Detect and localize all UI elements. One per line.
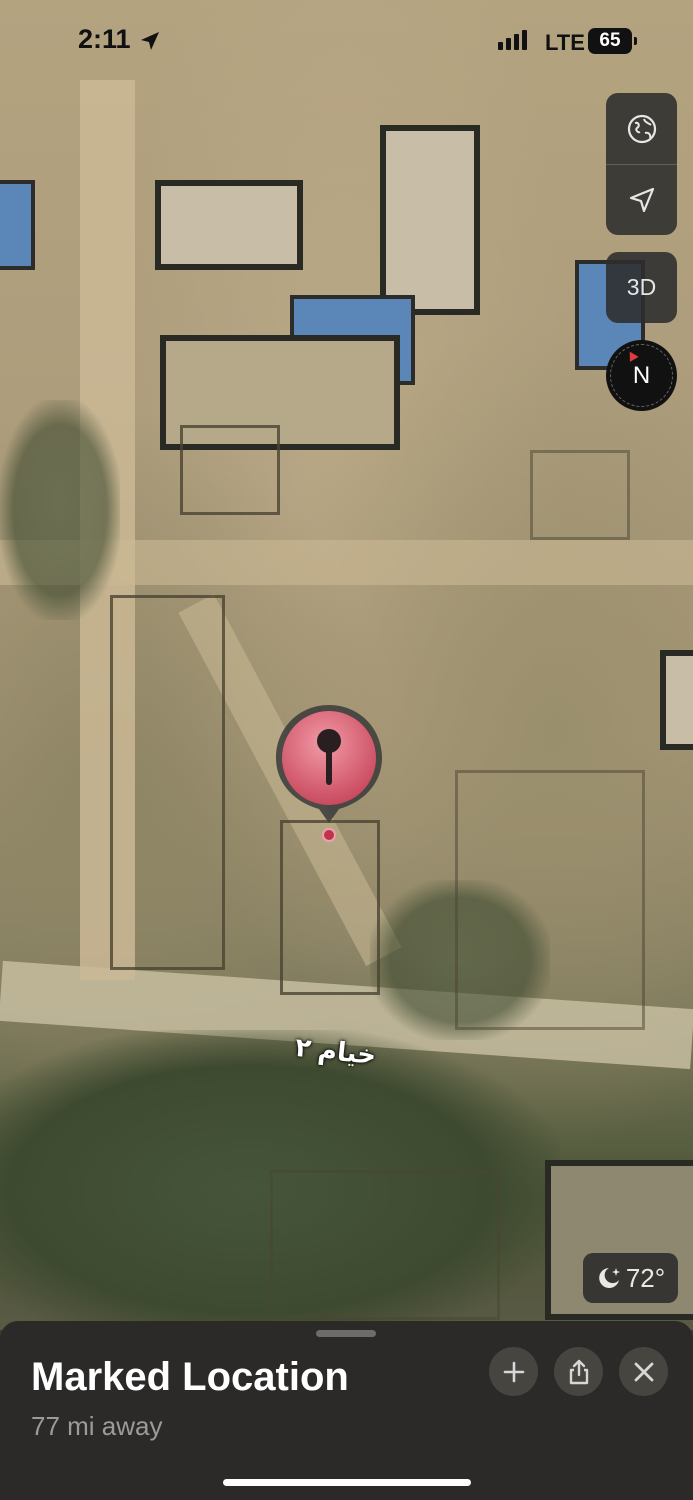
share-button[interactable] <box>554 1347 603 1396</box>
place-distance: 77 mi away <box>31 1411 163 1441</box>
status-time: 2:11 <box>78 24 131 54</box>
current-location-button[interactable] <box>606 164 677 235</box>
marked-location-pin-icon[interactable] <box>274 703 384 843</box>
battery-icon: 65 <box>588 28 637 54</box>
cellular-signal-icon <box>498 30 527 50</box>
moon-stars-icon <box>599 1268 620 1288</box>
battery-level: 65 <box>599 30 621 51</box>
3d-view-button[interactable]: 3D <box>606 252 677 323</box>
land-plot <box>110 595 225 970</box>
home-indicator[interactable] <box>223 1479 471 1486</box>
building <box>155 180 303 270</box>
compass-ring <box>610 344 673 407</box>
sheet-grabber[interactable] <box>316 1330 376 1337</box>
3d-label: 3D <box>626 274 657 300</box>
plus-icon <box>503 1361 524 1382</box>
network-type: LTE <box>545 30 585 55</box>
maps-screen: خیام ۲ 2:11 LTE 65 3D N 72° Marked Locat… <box>0 0 693 1500</box>
status-bar: 2:11 LTE 65 <box>0 0 693 84</box>
building <box>380 125 480 315</box>
compass-button[interactable]: N <box>606 340 677 411</box>
weather-chip[interactable]: 72° <box>583 1253 678 1303</box>
vegetation-area <box>0 400 120 620</box>
place-title: Marked Location <box>31 1355 349 1399</box>
land-plot <box>270 1170 500 1320</box>
blue-roof-building <box>0 180 35 270</box>
building <box>660 650 693 750</box>
temperature: 72° <box>625 1262 666 1293</box>
share-icon <box>569 1359 588 1384</box>
location-services-icon <box>141 32 159 50</box>
land-plot <box>180 425 280 515</box>
close-icon <box>634 1362 653 1381</box>
map-controls-group <box>606 93 677 235</box>
location-arrow-icon <box>629 187 654 212</box>
add-button[interactable] <box>489 1347 538 1396</box>
place-card-sheet[interactable]: Marked Location 77 mi away <box>0 1321 693 1500</box>
land-plot <box>530 450 630 540</box>
land-plot <box>455 770 645 1030</box>
close-button[interactable] <box>619 1347 668 1396</box>
pin-ground-dot <box>322 828 336 842</box>
globe-icon <box>627 114 656 143</box>
satellite-map[interactable] <box>0 0 693 1330</box>
land-plot <box>280 820 380 995</box>
map-mode-button[interactable] <box>606 93 677 164</box>
